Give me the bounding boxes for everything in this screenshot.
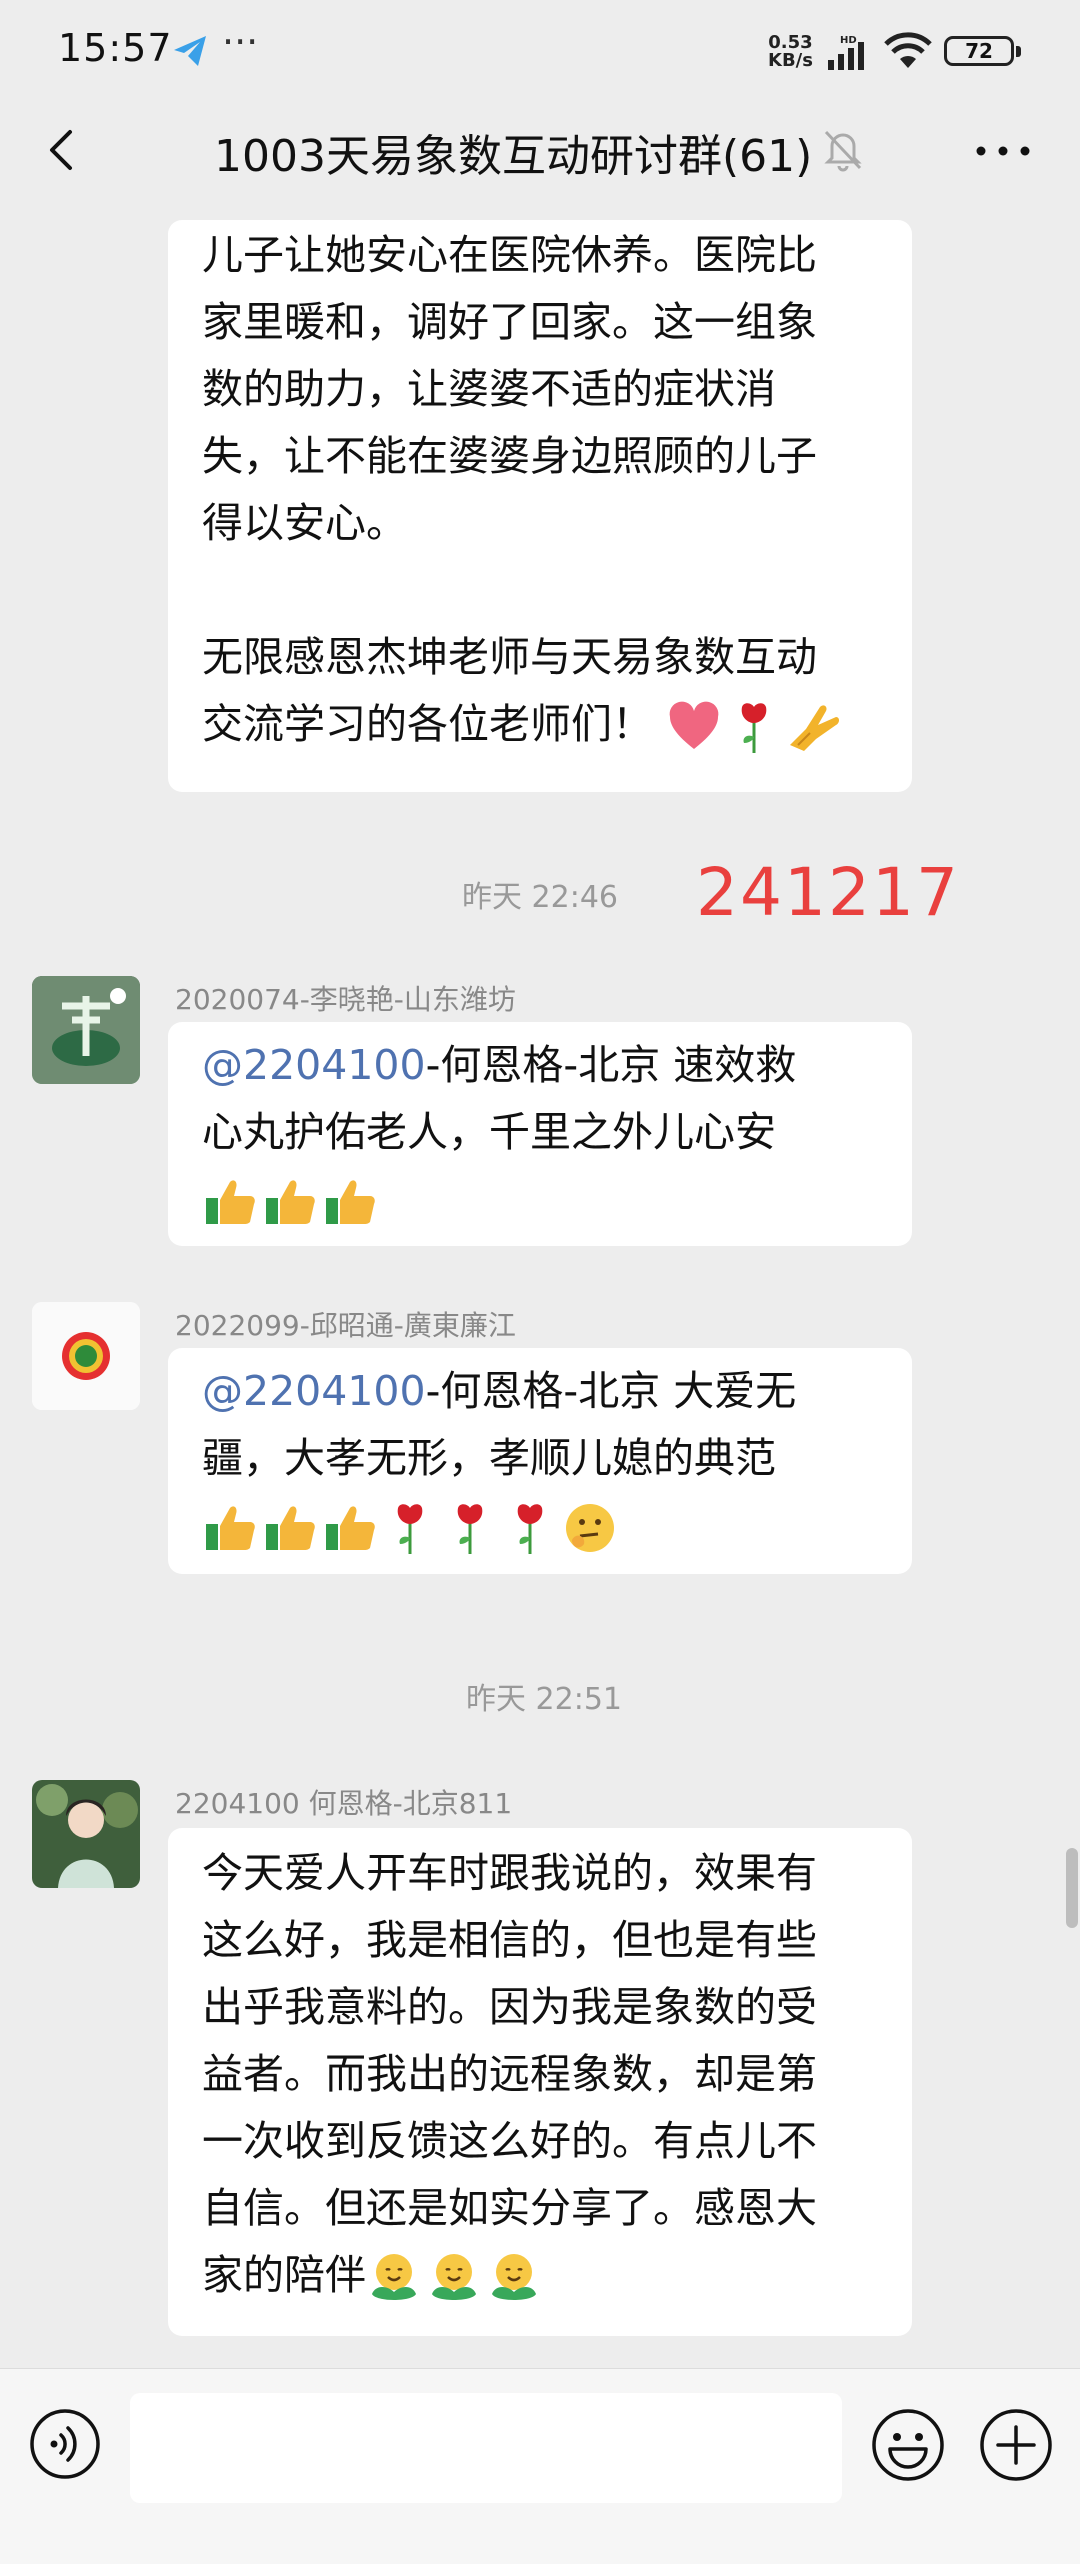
message-text: 交流学习的各位老师们！ [202,700,653,748]
thumbs-up-icon [206,1180,255,1224]
message-timestamp: 昨天 22:51 [466,1682,622,1717]
date-annotation: 241217 [696,854,960,931]
hugging-face-icon [492,2254,536,2300]
scrollbar-thumb[interactable] [1066,1848,1078,1928]
message-line: @2204100-何恩格-北京 速效救 [202,1032,796,1099]
avatar-image-icon [32,1780,140,1888]
rose-icon [517,1504,543,1554]
status-bar: 15:57 ··· 0.53 KB/s HD 72 [0,0,1080,96]
status-time: 15:57 [58,26,173,70]
thumbs-up-icon [206,1506,255,1550]
message-line: 自信。但还是如实分享了。感恩大 [202,2184,817,2232]
rose-icon [741,703,767,753]
message-text: 家的陪伴 [202,2251,366,2299]
message-line: 益者。而我出的远程象数，却是第 [202,2050,817,2098]
message-bubble[interactable]: @2204100-何恩格-北京 速效救 心丸护佑老人，千里之外儿心安 [168,1022,912,1246]
message-input[interactable] [130,2393,842,2503]
avatar[interactable] [32,1302,140,1410]
avatar[interactable] [32,1780,140,1888]
thumbs-up-icon [326,1180,375,1224]
status-more-icon: ··· [222,20,259,64]
message-list[interactable]: 儿子让她安心在医院休养。医院比 家里暖和，调好了回家。这一组象 数的助力，让婆婆… [0,208,1080,2368]
sender-name: 2022099-邱昭通-廣東廉江 [175,1309,516,1342]
sender-name: 2204100 何恩格-北京811 [175,1787,513,1820]
message-line: 数的助力，让婆婆不适的症状消 [202,365,776,413]
message-line-with-emoji: 交流学习的各位老师们！ [202,691,846,758]
battery-indicator: 72 [944,36,1021,66]
thumbs-up-icon [326,1506,375,1550]
folded-hands-icon [790,705,840,751]
message-line: 出乎我意料的。因为我是象数的受 [202,1983,817,2031]
mention-link[interactable]: @2204100 [202,1041,426,1089]
message-text: -何恩格-北京 大爱无 [425,1367,797,1415]
network-speed: 0.53 KB/s [768,34,813,70]
rose-icon [397,1504,423,1554]
message-line: 疆，大孝无形，孝顺儿媳的典范 [202,1434,776,1482]
message-text: -何恩格-北京 速效救 [425,1041,797,1089]
message-line: 一次收到反馈这么好的。有点儿不 [202,2117,817,2165]
avatar[interactable] [32,976,140,1084]
avatar-image-icon [32,976,140,1084]
message-line: 家里暖和，调好了回家。这一组象 [202,298,817,346]
thinking-face-icon [566,1504,614,1552]
message-line: 心丸护佑老人，千里之外儿心安 [202,1108,776,1156]
emoji-row [202,1492,796,1559]
sender-name: 2020074-李晓艳-山东潍坊 [175,983,516,1016]
plus-icon[interactable] [978,2407,1054,2483]
thumbs-up-icon [266,1180,315,1224]
network-type: HD [840,35,857,46]
back-chevron-icon[interactable] [34,120,94,180]
wifi-icon [884,32,932,68]
more-dots-icon[interactable] [968,126,1038,176]
telegram-icon [174,36,206,66]
message-line-with-emoji: 家的陪伴 [202,2242,817,2309]
speed-unit: KB/s [768,50,813,71]
message-line: 今天爱人开车时跟我说的，效果有 [202,1849,817,1897]
signal-icon: HD [828,35,864,70]
message-line: 失，让不能在婆婆身边照顾的儿子 [202,432,817,480]
emoji-icon[interactable] [870,2407,946,2483]
message-line: 无限感恩杰坤老师与天易象数互动 [202,633,817,681]
hugging-face-icon [372,2254,416,2300]
message-line: 得以安心。 [202,499,407,547]
message-line: 儿子让她安心在医院休养。医院比 [202,231,817,279]
message-bubble[interactable]: @2204100-何恩格-北京 大爱无 疆，大孝无形，孝顺儿媳的典范 [168,1348,912,1574]
mention-link[interactable]: @2204100 [202,1367,426,1415]
avatar-image-icon [32,1302,140,1410]
chat-title: 1003天易象数互动研讨群(61) [214,131,813,182]
message-timestamp: 昨天 22:46 [462,880,618,915]
input-bar [0,2368,1080,2564]
rose-icon [457,1504,483,1554]
bell-off-icon [824,130,862,172]
message-line: @2204100-何恩格-北京 大爱无 [202,1358,796,1425]
message-bubble[interactable]: 儿子让她安心在医院休养。医院比 家里暖和，调好了回家。这一组象 数的助力，让婆婆… [168,220,912,792]
chat-header: 1003天易象数互动研讨群(61) [0,96,1080,208]
emoji-row [202,1166,796,1233]
message-bubble[interactable]: 今天爱人开车时跟我说的，效果有 这么好，我是相信的，但也是有些 出乎我意料的。因… [168,1828,912,2336]
thumbs-up-icon [266,1506,315,1550]
heart-icon [669,701,719,749]
message-line: 这么好，我是相信的，但也是有些 [202,1916,817,1964]
voice-icon[interactable] [28,2407,102,2481]
hugging-face-icon [432,2254,476,2300]
